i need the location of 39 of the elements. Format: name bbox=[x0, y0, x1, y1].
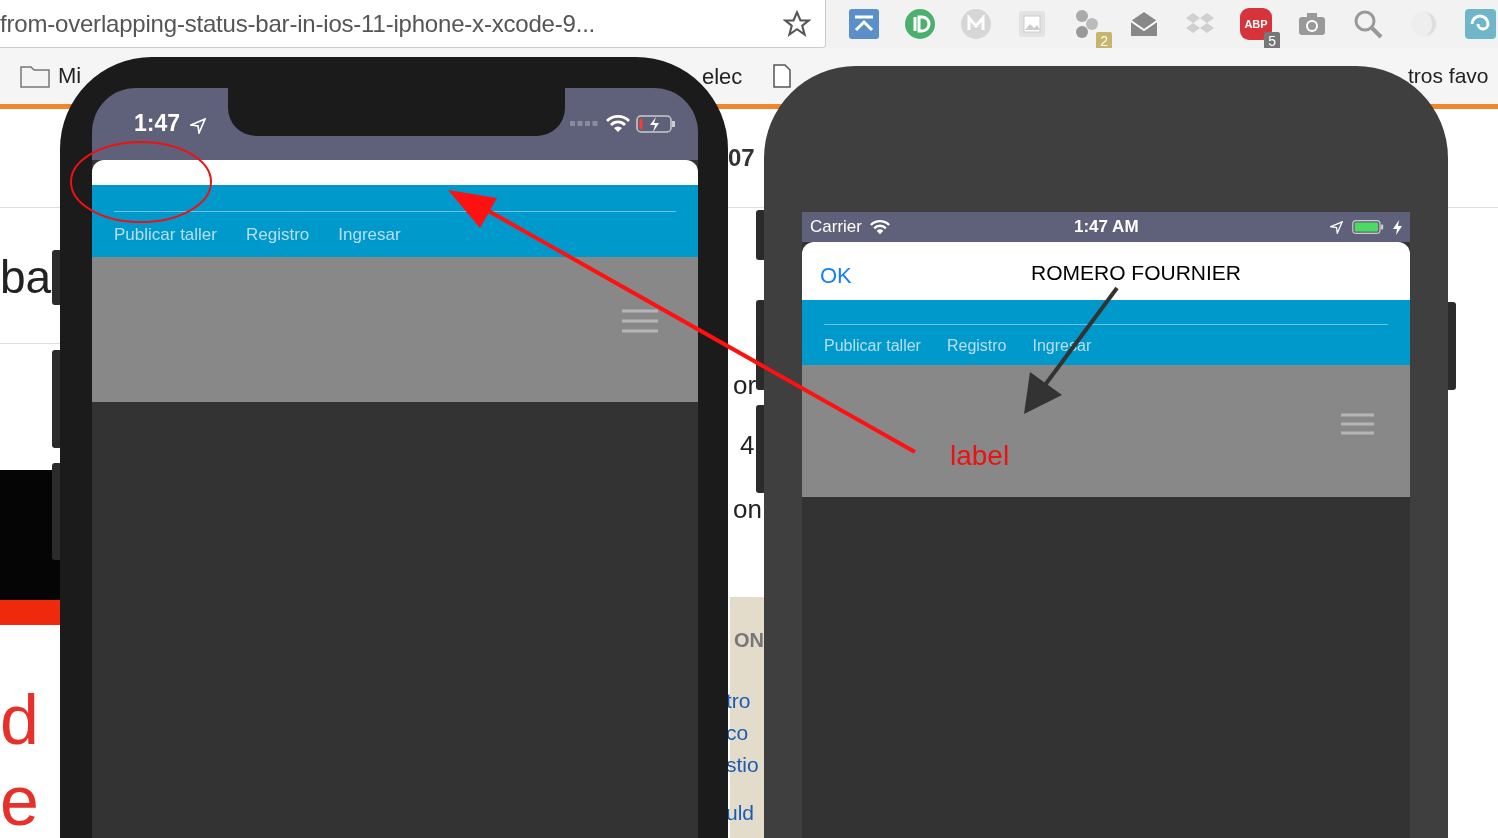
address-bar[interactable]: from-overlapping-status-bar-in-ios-11-iphone-x-xcode-9... bbox=[0, 0, 826, 48]
arrow-up-icon[interactable] bbox=[848, 8, 880, 40]
bookmark-link[interactable]: tros favo bbox=[1408, 64, 1489, 88]
body-text: on bbox=[733, 494, 762, 525]
spiral-icon[interactable] bbox=[1464, 8, 1496, 40]
signal-dots-icon bbox=[570, 121, 600, 127]
status-time: 1:47 bbox=[134, 110, 181, 137]
panel-title: ON bbox=[734, 629, 764, 652]
body-text: or bbox=[733, 370, 757, 401]
annotation-label: label bbox=[950, 440, 1010, 472]
bookmark-link[interactable]: elec bbox=[702, 64, 743, 90]
wifi-icon bbox=[606, 115, 630, 133]
large-text: e bbox=[0, 766, 39, 836]
banner-stripe bbox=[0, 600, 62, 625]
location-arrow-icon bbox=[1330, 220, 1343, 234]
charging-bolt-icon bbox=[1393, 219, 1402, 235]
search-icon[interactable] bbox=[1352, 8, 1384, 40]
bookmark-link[interactable]: Mi bbox=[58, 63, 82, 89]
page-icon bbox=[773, 64, 791, 88]
sheet-title: ROMERO FOURNIER bbox=[1031, 261, 1241, 285]
folder-icon bbox=[20, 64, 50, 88]
menu-icon[interactable] bbox=[622, 309, 658, 333]
large-text: d bbox=[0, 680, 39, 760]
url-text: from-overlapping-status-bar-in-ios-11-iphone-x-xcode-9... bbox=[0, 9, 596, 38]
circle-m-icon[interactable] bbox=[960, 8, 992, 40]
body-text: 4 bbox=[740, 430, 755, 461]
menu-icon[interactable] bbox=[1341, 413, 1374, 435]
heading-text: ba bbox=[0, 250, 52, 304]
circle-d-icon[interactable] bbox=[904, 8, 936, 40]
bookmark-star-icon[interactable] bbox=[783, 9, 811, 38]
carrier-name: Carrier bbox=[810, 217, 862, 237]
heading-text: 07 bbox=[728, 144, 755, 172]
location-arrow-icon bbox=[190, 118, 206, 134]
image-icon[interactable] bbox=[1016, 8, 1048, 40]
panel-link[interactable]: tro bbox=[726, 689, 751, 713]
ok-button[interactable]: OK bbox=[814, 259, 858, 293]
status-time: 1:47 AM bbox=[1074, 217, 1139, 237]
wifi-icon bbox=[869, 219, 890, 235]
panel-link[interactable]: stio bbox=[726, 753, 759, 777]
